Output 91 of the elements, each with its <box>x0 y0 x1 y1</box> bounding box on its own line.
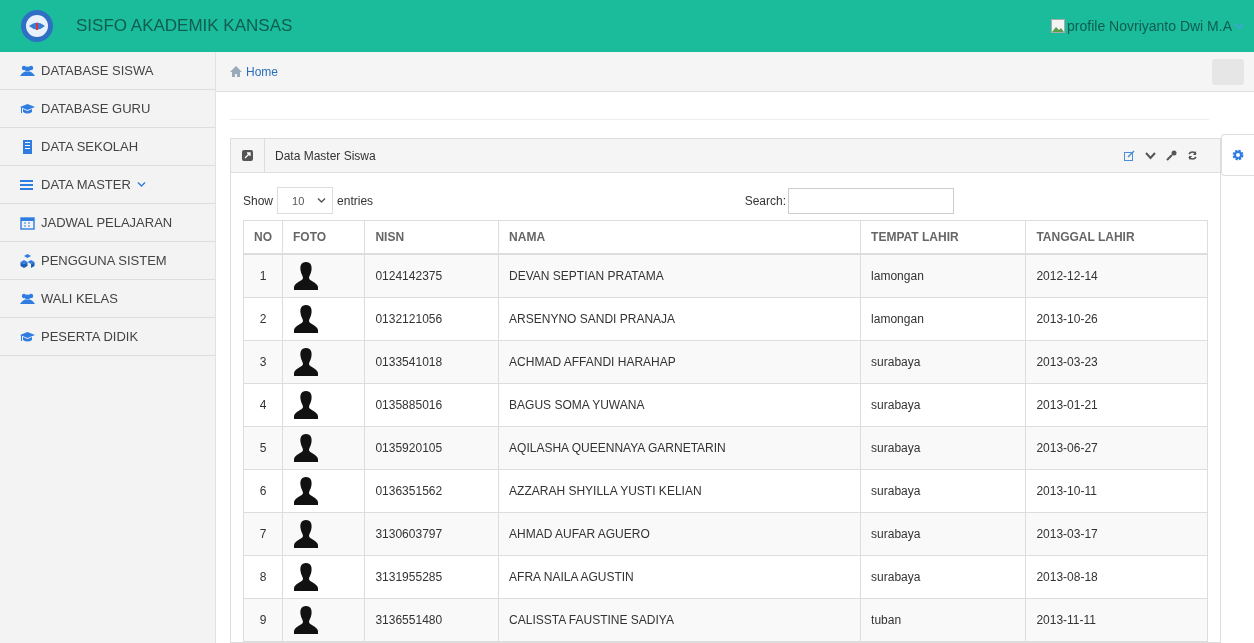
entries-label: entries <box>337 193 374 208</box>
show-label: Show <box>243 193 274 208</box>
home-icon <box>230 66 242 77</box>
sidebar-item[interactable]: DATABASE GURU <box>0 90 215 128</box>
sidebar-item[interactable]: DATABASE SISWA <box>0 52 215 90</box>
wrench-icon[interactable] <box>1166 150 1177 161</box>
table-cell: 5 <box>243 426 283 470</box>
table-cell: 2013-01-21 <box>1025 383 1208 427</box>
calendar-icon <box>20 215 35 230</box>
building-icon <box>20 139 35 154</box>
sidebar-item[interactable]: DATA MASTER <box>0 166 215 204</box>
table-cell: 7 <box>243 512 283 556</box>
person-icon <box>293 432 319 464</box>
expand-icon <box>242 150 253 161</box>
table-cell: 3136551480 <box>364 598 499 642</box>
table-cell: 2013-03-17 <box>1025 512 1208 556</box>
table-cell: BAGUS SOMA YUWANA <box>498 383 861 427</box>
table-cell: AFRA NAILA AGUSTIN <box>498 555 861 599</box>
logo-icon <box>20 9 54 43</box>
sidebar-item[interactable]: PENGGUNA SISTEM <box>0 242 215 280</box>
chevron-down-icon[interactable] <box>1145 150 1156 161</box>
table-cell: AHMAD AUFAR AGUERO <box>498 512 861 556</box>
table-cell: surabaya <box>860 340 1026 384</box>
settings-button[interactable] <box>1221 134 1254 176</box>
users-icon <box>20 63 35 78</box>
table-cell: 2013-10-11 <box>1025 469 1208 513</box>
table-cell: 3131955285 <box>364 555 499 599</box>
search-field[interactable] <box>788 187 954 214</box>
table-cell: 2 <box>243 297 283 341</box>
sidebar-item[interactable]: WALI KELAS <box>0 280 215 318</box>
person-icon <box>293 260 319 292</box>
table-cell: 0133541018 <box>364 340 499 384</box>
graduation-cap-icon <box>20 329 35 344</box>
menu-icon <box>20 177 35 192</box>
refresh-icon[interactable] <box>1187 150 1198 161</box>
sidebar-item[interactable]: PESERTA DIDIK <box>0 318 215 356</box>
person-icon <box>293 475 319 507</box>
table-cell: surabaya <box>860 383 1026 427</box>
table-cell: 0135885016 <box>364 383 499 427</box>
table-cell: surabaya <box>860 512 1026 556</box>
table-cell: 2013-08-18 <box>1025 555 1208 599</box>
person-icon <box>293 561 319 593</box>
panel-title: Data Master Siswa <box>275 148 377 163</box>
table-cell: 9 <box>243 598 283 642</box>
table-cell: AZZARAH SHYILLA YUSTI KELIAN <box>498 469 861 513</box>
table-cell: surabaya <box>860 555 1026 599</box>
table-cell: 2013-11-11 <box>1025 598 1208 642</box>
table-cell: 4 <box>243 383 283 427</box>
table-cell: 0132121056 <box>364 297 499 341</box>
caret-icon <box>1234 22 1244 30</box>
table-cell: ARSENYNO SANDI PRANAJA <box>498 297 861 341</box>
sidebar-item[interactable]: JADWAL PELAJARAN <box>0 204 215 242</box>
table-cell: lamongan <box>860 254 1026 298</box>
table-cell: 0124142375 <box>364 254 499 298</box>
table-cell: lamongan <box>860 297 1026 341</box>
table-cell: 8 <box>243 555 283 599</box>
table-cell: 3130603797 <box>364 512 499 556</box>
table-cell: 2013-03-23 <box>1025 340 1208 384</box>
table-cell: 3 <box>243 340 283 384</box>
app-title: SISFO AKADEMIK KANSAS <box>76 16 294 36</box>
users-icon <box>20 291 35 306</box>
table-cell: surabaya <box>860 469 1026 513</box>
person-icon <box>293 389 319 421</box>
cubes-icon <box>20 253 35 268</box>
entries-select[interactable]: 10 <box>277 187 334 214</box>
table-cell: surabaya <box>860 426 1026 470</box>
table-cell: AQILASHA QUEENNAYA GARNETARIN <box>498 426 861 470</box>
edit-icon[interactable] <box>1124 150 1135 161</box>
table-cell: 0136351562 <box>364 469 499 513</box>
table-cell: 6 <box>243 469 283 513</box>
table-cell: DEVAN SEPTIAN PRATAMA <box>498 254 861 298</box>
sidebar-item[interactable]: DATA SEKOLAH <box>0 128 215 166</box>
settings-icon <box>1232 149 1244 161</box>
home-link[interactable]: Home <box>230 64 1212 79</box>
person-icon <box>293 303 319 335</box>
person-icon <box>293 604 319 636</box>
broken-image-icon <box>1051 19 1066 33</box>
table-cell: 2013-10-26 <box>1025 297 1208 341</box>
table-cell: CALISSTA FAUSTINE SADIYA <box>498 598 861 642</box>
person-icon <box>293 518 319 550</box>
caret-icon <box>136 181 146 188</box>
table-cell: ACHMAD AFFANDI HARAHAP <box>498 340 861 384</box>
search-label: Search: <box>744 193 786 208</box>
caret-icon <box>317 197 327 204</box>
person-icon <box>293 346 319 378</box>
table-cell: 2013-06-27 <box>1025 426 1208 470</box>
graduation-cap-icon <box>20 101 35 116</box>
table-cell: tuban <box>860 598 1026 642</box>
table-cell: 0135920105 <box>364 426 499 470</box>
table-cell: 2012-12-14 <box>1025 254 1208 298</box>
table-cell: 1 <box>243 254 283 298</box>
